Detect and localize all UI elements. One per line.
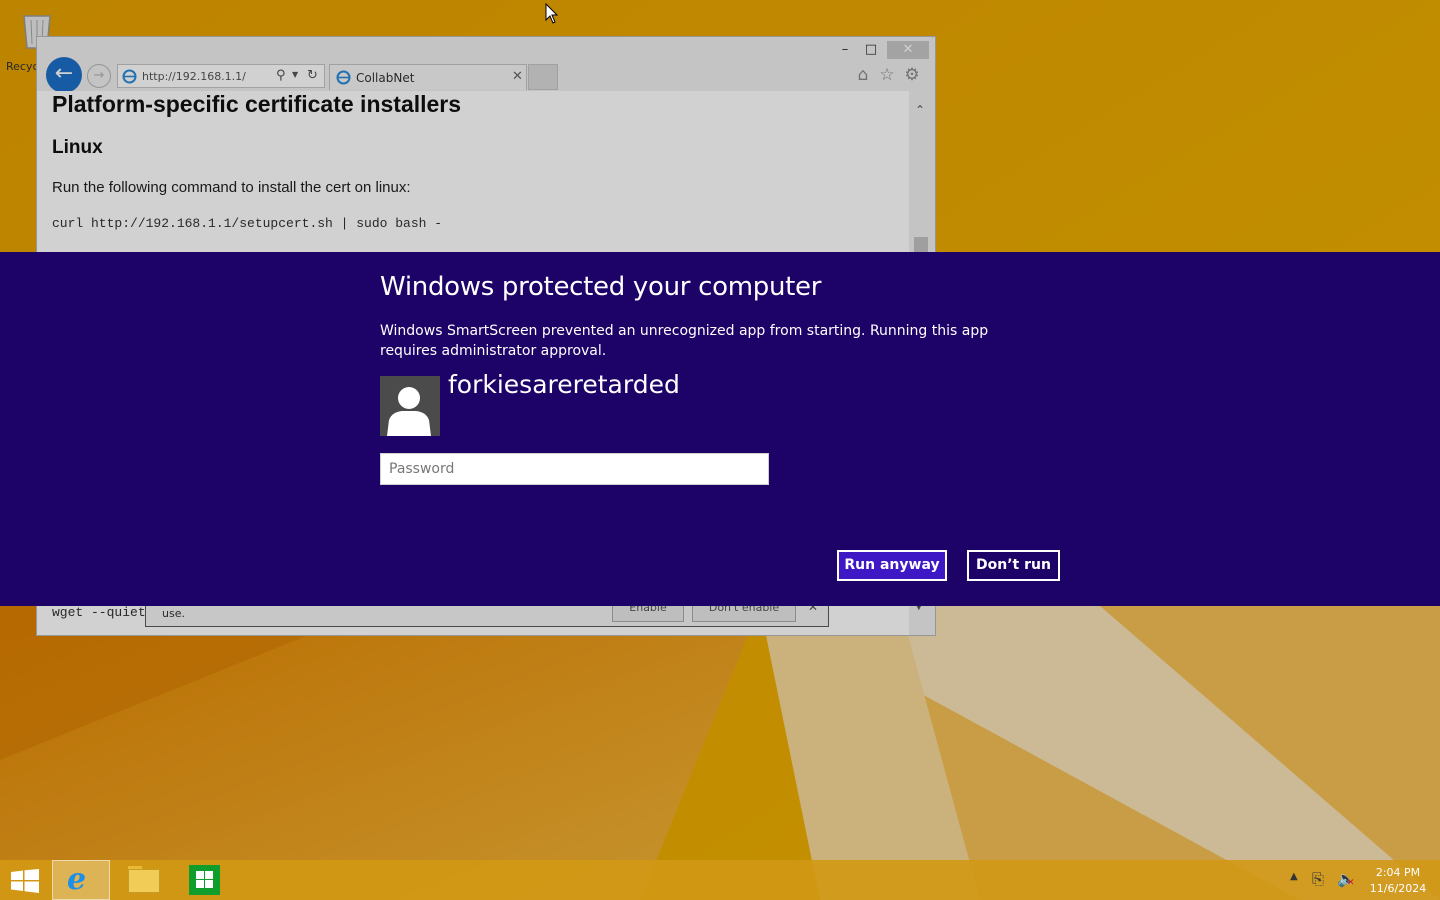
clock-time: 2:04 PM <box>1375 866 1421 879</box>
folder-body <box>128 869 160 893</box>
avatar <box>380 376 440 436</box>
show-hidden-icons-chevron-icon[interactable]: ▲ <box>1290 871 1298 900</box>
taskbar-internet-explorer[interactable]: e <box>52 860 110 900</box>
dialog-title: Windows protected your computer <box>380 272 822 302</box>
taskbar-windows-store[interactable] <box>178 860 232 900</box>
dialog-message: Windows SmartScreen prevented an unrecog… <box>380 323 989 359</box>
windows-logo-icon <box>11 869 39 893</box>
store-icon <box>189 865 220 895</box>
user-silhouette-icon <box>387 387 431 436</box>
mouse-cursor-icon <box>545 3 559 24</box>
network-icon[interactable]: ⎘ <box>1312 870 1324 900</box>
run-anyway-button[interactable]: Run anyway <box>837 550 947 581</box>
taskbar: e ▲ ⎘ 🔈 ✕ 2:04 PM 11/6/2024 <box>0 860 1440 900</box>
start-button[interactable] <box>6 865 46 895</box>
dont-run-button[interactable]: Don’t run <box>967 550 1060 581</box>
internet-explorer-icon: e <box>67 862 87 897</box>
system-clock[interactable]: 2:04 PM 11/6/2024 <box>1366 865 1430 900</box>
password-field[interactable] <box>380 453 769 485</box>
volume-muted-icon[interactable]: 🔈 ✕ <box>1337 870 1356 900</box>
clock-date: 11/6/2024 <box>1369 882 1427 895</box>
taskbar-file-explorer[interactable] <box>116 860 172 900</box>
user-name: forkiesareretarded <box>448 370 680 399</box>
smartscreen-dialog: Windows protected your computer Windows … <box>0 252 1440 606</box>
